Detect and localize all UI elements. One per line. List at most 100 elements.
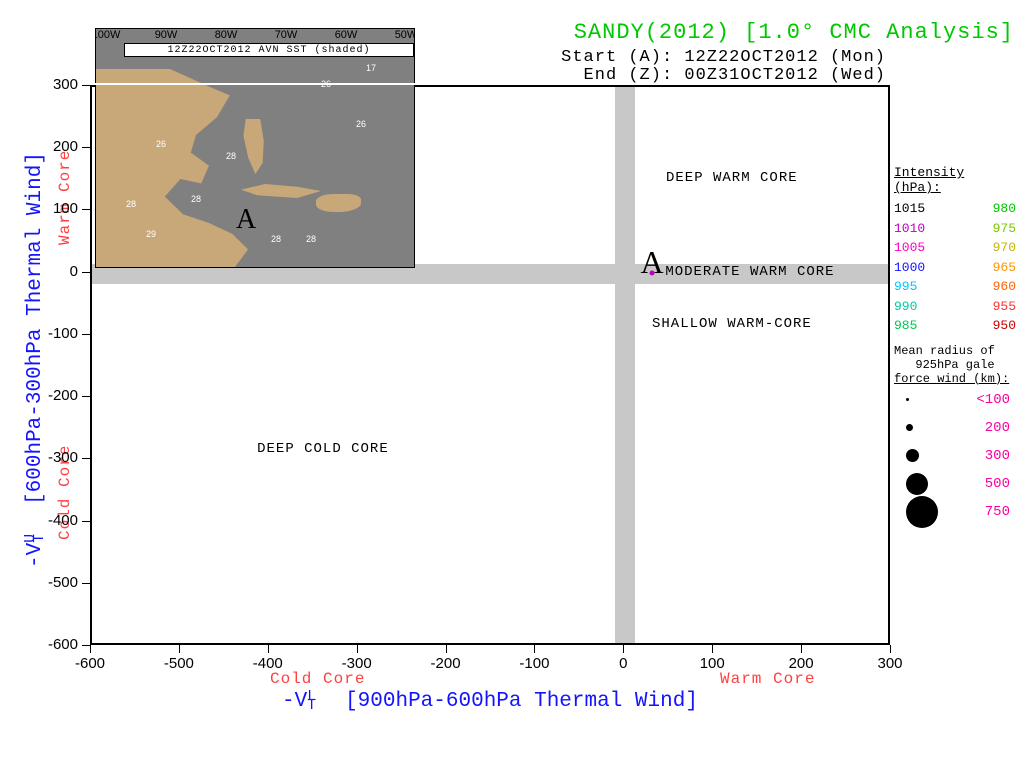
x-tick (623, 645, 624, 653)
y-tick-label: -600 (30, 636, 78, 653)
sst-contour-label: 26 (356, 119, 366, 129)
x-tick-label: 0 (598, 655, 648, 672)
y-tick-label: -300 (30, 449, 78, 466)
x-axis-title: -VLT [900hPa-600hPa Thermal Wind] (90, 690, 890, 713)
intensity-row: 985950 (894, 316, 1016, 336)
x-tick (357, 645, 358, 653)
size-legend-dot (906, 449, 919, 462)
phase-space-figure: SANDY(2012) [1.0° CMC Analysis] Start (A… (0, 0, 1024, 768)
inset-point-a: A (236, 204, 256, 236)
y-hint-warm: Warm Core (56, 150, 74, 245)
x-tick (268, 645, 269, 653)
y-tick (82, 209, 90, 210)
inset-lon-tick: 90W (155, 29, 178, 41)
intensity-row: 1000 965 (894, 258, 1016, 278)
size-legend-dot (906, 424, 913, 431)
y-tick (82, 85, 90, 86)
size-legend-row: 500 (894, 470, 1016, 498)
y-tick (82, 645, 90, 646)
inset-lon-tick: 60W (335, 29, 358, 41)
label-shallow-warm-core: SHALLOW WARM-CORE (652, 316, 812, 332)
inset-title: 12Z22OCT2012 AVN SST (shaded) (124, 43, 414, 57)
size-legend-line3: force wind (km): (894, 372, 1016, 386)
y-tick (82, 272, 90, 273)
size-legend-dot (906, 398, 909, 401)
intensity-value-left: 990 (894, 297, 917, 317)
x-tick-label: 100 (687, 655, 737, 672)
intensity-value-right: 955 (993, 297, 1016, 317)
sst-contour-label: 28 (271, 234, 281, 244)
start-line: Start (A): 12Z22OCT2012 (Mon) (561, 48, 886, 67)
intensity-value-right: 960 (993, 277, 1016, 297)
y-tick-label: -400 (30, 512, 78, 529)
size-legend-dot (906, 496, 938, 528)
size-legend-row: 200 (894, 414, 1016, 442)
intensity-value-right: 970 (993, 238, 1016, 258)
size-legend-value: 500 (985, 476, 1010, 492)
inset-lon-tick: 80W (215, 29, 238, 41)
x-tick (90, 645, 91, 653)
intensity-value-left: 1010 (894, 219, 925, 239)
y-tick (82, 583, 90, 584)
y-tick (82, 147, 90, 148)
intensity-value-right: 965 (993, 258, 1016, 278)
inset-lon-tick: 70W (275, 29, 298, 41)
intensity-value-right: 975 (993, 219, 1016, 239)
y-tick (82, 521, 90, 522)
x-tick (890, 645, 891, 653)
intensity-value-right: 950 (993, 316, 1016, 336)
size-legend-dot (906, 473, 928, 495)
size-legend-value: <100 (976, 392, 1010, 408)
x-tick-label: -400 (243, 655, 293, 672)
size-legend: Mean radius of 925hPa gale force wind (k… (894, 344, 1016, 526)
x-tick (801, 645, 802, 653)
intensity-table: 10159801010 975 1005 970 1000 965 995 960 990 955… (894, 199, 1016, 336)
y-tick-label: 100 (30, 200, 78, 217)
y-tick-label: -200 (30, 387, 78, 404)
figure-title: SANDY(2012) [1.0° CMC Analysis] (574, 20, 1014, 45)
x-hint-cold: Cold Core (270, 670, 365, 688)
x-tick (534, 645, 535, 653)
size-legend-row: 300 (894, 442, 1016, 470)
intensity-value-left: 1015 (894, 199, 925, 219)
x-tick-label: -100 (509, 655, 559, 672)
sst-contour-label: 28 (191, 194, 201, 204)
sst-contour-label: 28 (306, 234, 316, 244)
intensity-row: 990 955 (894, 297, 1016, 317)
size-legend-line2: 925hPa gale (894, 358, 1016, 372)
intensity-value-left: 1000 (894, 258, 925, 278)
intensity-legend-title: Intensity (hPa): (894, 165, 1016, 195)
intensity-value-left: 995 (894, 277, 917, 297)
sst-contour-label: 28 (226, 151, 236, 161)
y-tick-label: -500 (30, 574, 78, 591)
x-tick-label: 200 (776, 655, 826, 672)
label-deep-cold-core: DEEP COLD CORE (257, 441, 389, 457)
inset-lon-tick: 50W (395, 29, 415, 41)
x-tick-label: -200 (421, 655, 471, 672)
y-axis-title: -VUT [600hPa-300hPa Thermal Wind] (24, 80, 47, 640)
landmass-hispaniola (316, 194, 361, 212)
label-deep-warm-core: DEEP WARM CORE (666, 170, 798, 186)
x-tick (179, 645, 180, 653)
intensity-value-left: 1005 (894, 238, 925, 258)
y-tick (82, 458, 90, 459)
intensity-row: 1005 970 (894, 238, 1016, 258)
x-tick-label: 300 (865, 655, 915, 672)
x-hint-warm: Warm Core (720, 670, 815, 688)
size-legend-value: 750 (985, 504, 1010, 520)
landmass-namerica (95, 69, 326, 268)
sst-contour-label: 28 (126, 199, 136, 209)
y-tick-label: 0 (30, 263, 78, 280)
x-tick-label: -500 (154, 655, 204, 672)
mask (88, 83, 418, 85)
intensity-row: 1015980 (894, 199, 1016, 219)
landmass-florida (241, 119, 265, 174)
x-tick (446, 645, 447, 653)
y-tick-label: 300 (30, 76, 78, 93)
inset-sst-map: 12Z22OCT2012 AVN SST (shaded) A 17 26 26… (95, 28, 415, 268)
intensity-row: 1010 975 (894, 219, 1016, 239)
y-tick (82, 334, 90, 335)
x-tick-label: -600 (65, 655, 115, 672)
sst-contour-label: 26 (156, 139, 166, 149)
end-line: End (Z): 00Z31OCT2012 (Wed) (584, 66, 886, 85)
